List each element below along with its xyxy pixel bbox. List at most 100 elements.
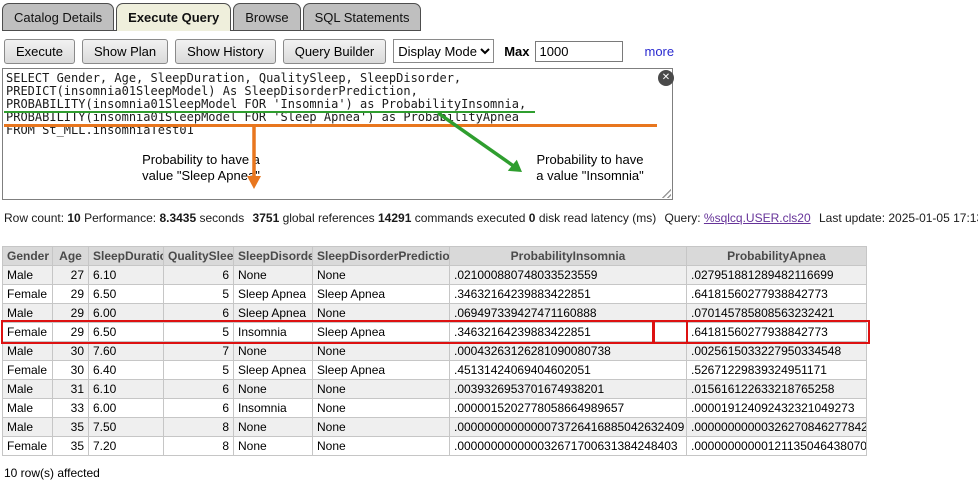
more-link[interactable]: more xyxy=(645,44,675,59)
commands-value: 14291 xyxy=(378,211,411,225)
table-cell: Sleep Apnea xyxy=(313,285,450,304)
table-cell: 6.10 xyxy=(89,380,164,399)
table-cell: None xyxy=(313,418,450,437)
last-update-value: 2025-01-05 17:13:45.665 xyxy=(888,211,978,225)
column-header: Age xyxy=(53,247,89,266)
table-cell: Male xyxy=(3,342,53,361)
table-cell: 8 xyxy=(164,418,234,437)
table-cell: 6 xyxy=(164,399,234,418)
table-cell: 6 xyxy=(164,380,234,399)
tab-bar: Catalog Details Execute Query Browse SQL… xyxy=(2,3,421,31)
table-cell: None xyxy=(313,399,450,418)
table-row: Female306.405Sleep ApneaSleep Apnea.4513… xyxy=(3,361,867,380)
insomnia-note-line1: Probability to have xyxy=(537,152,644,167)
table-row: Male276.106NoneNone.02100088074803352355… xyxy=(3,266,867,285)
table-cell: .021000880748033523559 xyxy=(450,266,687,285)
table-cell: .070145785808563232421 xyxy=(687,304,867,323)
table-cell: .00043263126281090080738 xyxy=(450,342,687,361)
last-update-label: Last update: xyxy=(819,211,885,225)
table-cell: .45131424069404602051 xyxy=(450,361,687,380)
column-header: Gender xyxy=(3,247,53,266)
table-cell: .0000000000032627084627784297411 xyxy=(687,418,867,437)
insomnia-annotation-note: Probability to have a value "Insomnia" xyxy=(529,152,651,184)
table-cell: None xyxy=(313,437,450,456)
table-cell: Male xyxy=(3,304,53,323)
table-cell: Male xyxy=(3,399,53,418)
table-cell: .000019124092432321049273 xyxy=(687,399,867,418)
table-cell: .0000015202778058664989657 xyxy=(450,399,687,418)
table-cell: None xyxy=(234,342,313,361)
table-cell: 27 xyxy=(53,266,89,285)
show-history-button[interactable]: Show History xyxy=(175,39,276,64)
query-label: Query: xyxy=(665,211,701,225)
global-refs-label: global references xyxy=(283,211,375,225)
query-status-line: Row count: 10 Performance: 8.3435 second… xyxy=(4,209,978,225)
tab-browse[interactable]: Browse xyxy=(233,3,300,30)
execute-button[interactable]: Execute xyxy=(4,39,75,64)
table-cell: 35 xyxy=(53,437,89,456)
table-row: Female296.505Sleep ApneaSleep Apnea.3463… xyxy=(3,285,867,304)
global-refs-value: 3751 xyxy=(253,211,280,225)
table-cell: .027951881289482116699 xyxy=(687,266,867,285)
apnea-annotation-note: Probability to have a value "Sleep Apnea… xyxy=(140,152,262,184)
table-cell: 7.60 xyxy=(89,342,164,361)
disk-latency-value: 0 xyxy=(529,211,536,225)
table-cell: 7.50 xyxy=(89,418,164,437)
display-mode-select[interactable]: Display Mode xyxy=(393,39,494,63)
sql-line-3: PROBABILITY(insomnia01SleepModel FOR 'In… xyxy=(6,97,526,111)
show-plan-button[interactable]: Show Plan xyxy=(82,39,168,64)
table-cell: Male xyxy=(3,380,53,399)
table-cell: .64181560277938842773 xyxy=(687,285,867,304)
column-header: ProbabilityInsomnia xyxy=(450,247,687,266)
table-cell: 6.50 xyxy=(89,323,164,342)
table-cell: .069497339427471160888 xyxy=(450,304,687,323)
max-rows-input[interactable] xyxy=(535,41,623,62)
table-cell: Insomnia xyxy=(234,399,313,418)
table-cell: .0025615033227950334548 xyxy=(687,342,867,361)
performance-label: Performance: xyxy=(84,211,156,225)
table-cell: None xyxy=(234,380,313,399)
table-cell: Sleep Apnea xyxy=(313,361,450,380)
query-editor-area: SELECT Gender, Age, SleepDuration, Quali… xyxy=(2,68,673,200)
tab-catalog-details[interactable]: Catalog Details xyxy=(2,3,114,30)
table-cell: 6 xyxy=(164,266,234,285)
table-cell: .000000000000032671700631384248403 xyxy=(450,437,687,456)
table-cell: Male xyxy=(3,418,53,437)
table-cell: Sleep Apnea xyxy=(313,323,450,342)
table-cell: None xyxy=(313,380,450,399)
table-cell: Female xyxy=(3,285,53,304)
query-builder-button[interactable]: Query Builder xyxy=(283,39,386,64)
table-cell: 6.50 xyxy=(89,285,164,304)
green-underline-annotation xyxy=(4,111,535,113)
tab-execute-query[interactable]: Execute Query xyxy=(116,3,231,31)
table-cell: 6.00 xyxy=(89,399,164,418)
column-header: SleepDisorder xyxy=(234,247,313,266)
table-cell: Sleep Apnea xyxy=(234,285,313,304)
clear-query-button[interactable]: ✕ xyxy=(658,70,674,86)
query-toolbar: Execute Show Plan Show History Query Bui… xyxy=(4,38,978,64)
table-row: Male307.607NoneNone.00043263126281090080… xyxy=(3,342,867,361)
table-cell: Sleep Apnea xyxy=(234,361,313,380)
commands-label: commands executed xyxy=(415,211,526,225)
disk-latency-label: disk read latency (ms) xyxy=(539,211,656,225)
table-cell: 6.10 xyxy=(89,266,164,285)
results-table-area: GenderAgeSleepDurationQualitySleepSleepD… xyxy=(2,246,868,456)
query-class-link[interactable]: %sqlcq.USER.cls20 xyxy=(704,211,811,225)
table-cell: 30 xyxy=(53,361,89,380)
table-cell: .52671229839324951171 xyxy=(687,361,867,380)
table-cell: 5 xyxy=(164,323,234,342)
table-cell: Sleep Apnea xyxy=(234,304,313,323)
results-header-row: GenderAgeSleepDurationQualitySleepSleepD… xyxy=(3,247,867,266)
table-cell: .34632164239883422851 xyxy=(450,323,687,342)
table-cell: .0000000000012113504643807004867 xyxy=(687,437,867,456)
table-cell: 29 xyxy=(53,285,89,304)
tab-sql-statements[interactable]: SQL Statements xyxy=(303,3,422,30)
performance-value: 8.3435 xyxy=(159,211,196,225)
row-count-label: Row count: xyxy=(4,211,64,225)
max-label: Max xyxy=(504,44,529,59)
table-cell: 7.20 xyxy=(89,437,164,456)
table-cell: None xyxy=(234,418,313,437)
table-cell: None xyxy=(313,342,450,361)
table-cell: 6.00 xyxy=(89,304,164,323)
column-header: SleepDuration xyxy=(89,247,164,266)
